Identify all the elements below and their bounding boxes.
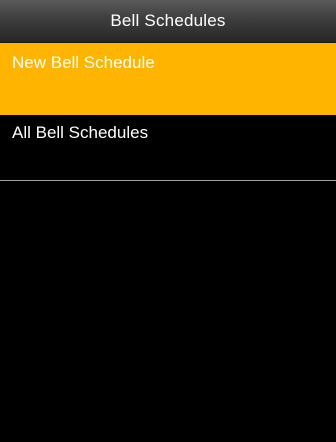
page-title: Bell Schedules [110,11,226,30]
menu-list: New Bell Schedule All Bell Schedules [0,43,336,181]
menu-item-label: All Bell Schedules [12,123,149,142]
menu-item-label: New Bell Schedule [12,53,155,72]
device-screen: Bell Schedules New Bell Schedule All Bel… [0,0,336,442]
menu-item-all-bell-schedules[interactable]: All Bell Schedules [0,115,336,181]
menu-item-new-bell-schedule[interactable]: New Bell Schedule [0,43,336,115]
title-bar: Bell Schedules [0,0,336,43]
